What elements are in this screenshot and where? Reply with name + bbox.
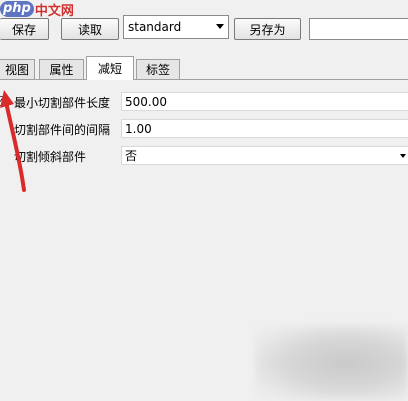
min-cut-length-input[interactable]: 500.00 [121, 92, 408, 111]
tab-attributes[interactable]: 属性 [39, 59, 84, 79]
profile-select-value: standard [128, 20, 182, 34]
setting-value: 1.00 [125, 121, 152, 136]
setting-value: 500.00 [125, 94, 167, 109]
tab-shorten[interactable]: 减短 [86, 56, 134, 80]
tab-labels[interactable]: 标签 [136, 59, 180, 79]
watermark-logo: php [0, 1, 34, 17]
chevron-down-icon [400, 154, 406, 158]
load-button[interactable]: 读取 [61, 18, 119, 40]
setting-row-cut-inclined: 切割倾斜部件 否 [0, 144, 408, 168]
settings-panel: ✓ 最小切割部件长度 500.00 切割部件间的间隔 1.00 切割倾斜部件 否 [0, 80, 408, 401]
setting-row-cut-gap: 切割部件间的间隔 1.00 [0, 117, 408, 141]
blurred-region [255, 325, 408, 401]
watermark-site-name: 中文网 [34, 3, 74, 19]
tab-view[interactable]: 视图 [0, 59, 35, 79]
save-as-button[interactable]: 另存为 [234, 18, 301, 40]
profile-select[interactable]: standard [123, 15, 229, 39]
save-button[interactable]: 保存 [0, 18, 49, 40]
chevron-down-icon [216, 24, 224, 29]
annotation-arrow-icon [0, 90, 26, 192]
setting-value: 否 [125, 149, 138, 163]
cut-gap-input[interactable]: 1.00 [121, 119, 408, 138]
save-as-name-input[interactable] [309, 18, 408, 40]
site-watermark: php 中文网 [0, 0, 74, 19]
setting-row-min-cut-length: ✓ 最小切割部件长度 500.00 [0, 90, 408, 114]
cut-inclined-select[interactable]: 否 [121, 146, 408, 165]
tab-bar: 视图 属性 减短 标签 [0, 55, 408, 80]
